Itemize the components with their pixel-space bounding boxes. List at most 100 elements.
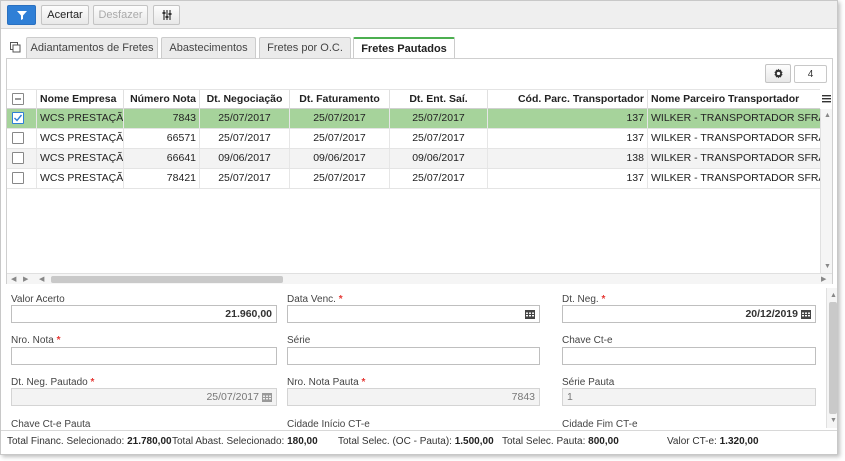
cell-cod-parc: 137	[488, 129, 648, 148]
dt-neg-pautado-label-text: Dt. Neg. Pautado	[11, 377, 88, 388]
column-menu-icon[interactable]	[822, 94, 831, 103]
cell-nome-parc: WILKER - TRANSPORTADOR SFRANGO	[651, 112, 820, 124]
minus-icon	[15, 98, 21, 100]
row-checkbox[interactable]	[12, 172, 24, 184]
cell-cod-parc: 137	[488, 169, 648, 188]
scroll-left-icon[interactable]: ◀	[11, 275, 16, 284]
tab-adiantamentos[interactable]: Adiantamentos de Fretes	[26, 37, 158, 58]
tab-fretes-oc[interactable]: Fretes por O.C.	[259, 37, 351, 58]
dt-neg-label-text: Dt. Neg.	[562, 294, 599, 305]
table-row[interactable]: WCS PRESTAÇÃO 66641 09/06/2017 09/06/201…	[7, 149, 820, 169]
col-cod-parc[interactable]: Cód. Parc. Transportador	[488, 90, 648, 109]
cell-dt-ent: 25/07/2017	[390, 169, 488, 188]
cell-nota: 7843	[124, 109, 200, 128]
row-select-cell	[7, 169, 37, 188]
total-financ-label: Total Financ. Selecionado:	[7, 436, 125, 447]
total-financ-value: 21.780,00	[127, 436, 172, 447]
record-count: 4	[794, 65, 827, 83]
cell-nome-parc: WILKER - TRANSPORTADOR SFRANGO	[651, 152, 820, 164]
row-checkbox[interactable]	[12, 132, 24, 144]
select-all-checkbox[interactable]	[12, 93, 24, 105]
cell-cod-parc: 137	[488, 109, 648, 128]
tab-fretes-pautados[interactable]: Fretes Pautados	[353, 37, 455, 59]
col-dt-negociacao[interactable]: Dt. Negociação	[200, 90, 290, 109]
cell-dt-neg: 25/07/2017	[200, 169, 290, 188]
cell-dt-ent: 09/06/2017	[390, 149, 488, 168]
row-checkbox[interactable]	[12, 112, 24, 124]
total-abast: Total Abast. Selecionado: 180,00	[172, 436, 318, 447]
table-row[interactable]: WCS PRESTAÇÃO 66571 25/07/2017 25/07/201…	[7, 129, 820, 149]
form-vertical-scrollbar[interactable]: ▲ ▼	[826, 288, 837, 428]
select-all-cell	[7, 90, 37, 109]
scroll-down-icon[interactable]: ▼	[824, 262, 831, 271]
valor-cte-label: Valor CT-e:	[667, 436, 717, 447]
col-dt-ent-sai[interactable]: Dt. Ent. Saí.	[390, 90, 488, 109]
required-mark: *	[90, 377, 95, 388]
col-nome-empresa[interactable]: Nome Empresa	[37, 90, 124, 109]
scroll-down-icon[interactable]: ▼	[830, 416, 837, 425]
column-settings-button[interactable]	[153, 5, 180, 25]
cell-dt-fat: 25/07/2017	[290, 129, 390, 148]
form-scroll-thumb[interactable]	[829, 302, 837, 414]
grid-horizontal-scrollbar[interactable]: ◀ ▶ ◀ ▶	[7, 273, 832, 284]
required-mark: *	[56, 335, 61, 346]
scroll-left-icon[interactable]: ◀	[39, 275, 44, 284]
scroll-up-icon[interactable]: ▲	[824, 111, 831, 120]
cell-nome-parc: WILKER - TRANSPORTADOR SFRANGO	[651, 172, 820, 184]
serie-pauta-field: 1	[562, 388, 816, 406]
cell-nota: 66641	[124, 149, 200, 168]
cell-dt-neg: 09/06/2017	[200, 149, 290, 168]
calendar-icon[interactable]	[801, 309, 811, 319]
cell-dt-neg: 25/07/2017	[200, 109, 290, 128]
dt-neg-field[interactable]: 20/12/2019	[562, 305, 816, 323]
filter-button[interactable]	[7, 5, 36, 25]
scroll-right-icon[interactable]: ▶	[23, 275, 28, 284]
data-venc-label: Data Venc. *	[287, 294, 343, 305]
valor-acerto-label: Valor Acerto	[11, 294, 65, 305]
scroll-up-icon[interactable]: ▲	[830, 291, 837, 300]
nro-nota-label: Nro. Nota *	[11, 335, 60, 346]
scroll-right-icon[interactable]: ▶	[821, 275, 826, 284]
data-venc-field[interactable]	[287, 305, 540, 323]
dt-neg-pautado-value: 25/07/2017	[206, 391, 259, 403]
check-icon	[14, 114, 23, 122]
cell-dt-ent: 25/07/2017	[390, 109, 488, 128]
cell-empresa: WCS PRESTAÇÃO	[37, 129, 124, 148]
grid-settings-button[interactable]	[765, 64, 791, 83]
cell-nome-parc: WILKER - TRANSPORTADOR SFRANGO	[651, 132, 820, 144]
cell-cod-parc: 138	[488, 149, 648, 168]
copy-icon[interactable]	[10, 42, 21, 53]
horizontal-scroll-thumb[interactable]	[51, 276, 283, 283]
acertar-button[interactable]: Acertar	[41, 5, 89, 25]
calendar-icon[interactable]	[525, 309, 535, 319]
required-mark: *	[601, 294, 606, 305]
col-dt-faturamento[interactable]: Dt. Faturamento	[290, 90, 390, 109]
chave-cte-field[interactable]	[562, 347, 816, 365]
column-settings-icon	[162, 10, 171, 20]
grid-vertical-scrollbar[interactable]: ▲ ▼	[820, 109, 832, 273]
table-row[interactable]: WCS PRESTAÇÃO 78421 25/07/2017 25/07/201…	[7, 169, 820, 189]
valor-cte: Valor CT-e: 1.320,00	[667, 436, 759, 447]
col-nome-parceiro[interactable]: Nome Parceiro Transportador	[648, 90, 820, 109]
total-oc: Total Selec. (OC - Pauta): 1.500,00	[338, 436, 494, 447]
cell-dt-ent: 25/07/2017	[390, 129, 488, 148]
row-select-cell	[7, 149, 37, 168]
desfazer-button[interactable]: Desfazer	[93, 5, 148, 25]
nro-nota-pauta-label-text: Nro. Nota Pauta	[287, 377, 359, 388]
nro-nota-field[interactable]	[11, 347, 277, 365]
row-checkbox[interactable]	[12, 152, 24, 164]
required-mark: *	[361, 377, 366, 388]
dt-neg-pautado-label: Dt. Neg. Pautado *	[11, 377, 94, 388]
filter-icon	[16, 11, 27, 20]
required-mark: *	[338, 294, 343, 305]
valor-acerto-field[interactable]: 21.960,00	[11, 305, 277, 323]
table-row[interactable]: WCS PRESTAÇÃO 7843 25/07/2017 25/07/2017…	[7, 109, 820, 129]
total-abast-value: 180,00	[287, 436, 318, 447]
cidade-fim-label: Cidade Fim CT-e	[562, 419, 638, 428]
col-numero-nota[interactable]: Número Nota	[124, 90, 200, 109]
tab-abastecimentos[interactable]: Abastecimentos	[161, 37, 256, 58]
row-select-cell	[7, 129, 37, 148]
grid-header: Nome Empresa Número Nota Dt. Negociação …	[7, 89, 820, 109]
total-oc-label: Total Selec. (OC - Pauta):	[338, 436, 452, 447]
serie-field[interactable]	[287, 347, 540, 365]
